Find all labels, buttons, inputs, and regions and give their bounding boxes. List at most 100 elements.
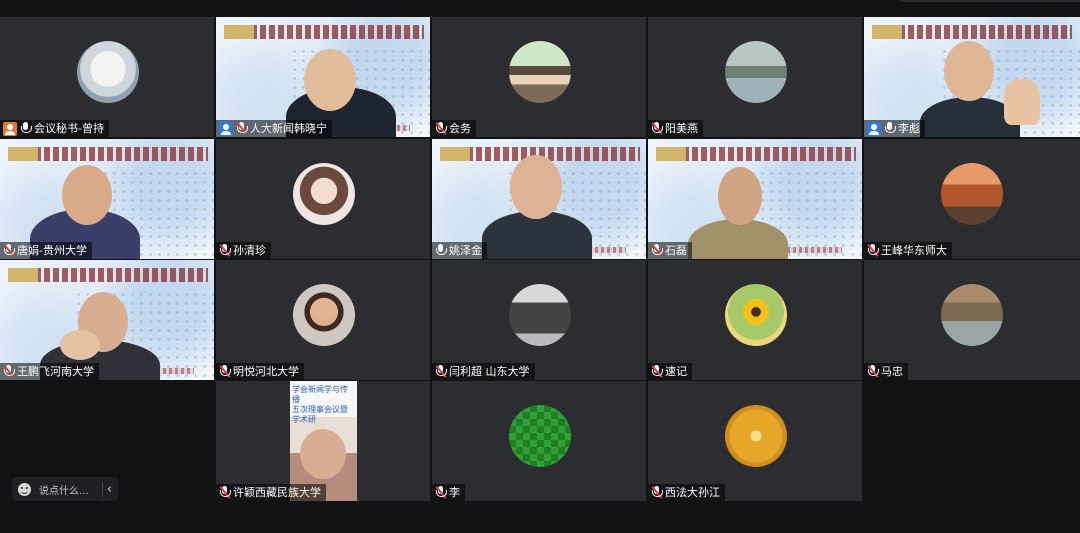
mic-speaking-icon — [884, 122, 896, 135]
name-tag: 唐娟-贵州大学 — [0, 242, 92, 259]
chat-placeholder: 说点什么... — [39, 485, 89, 497]
participant-tile[interactable]: 石磊 — [648, 139, 862, 259]
participant-name: 孙清珍 — [233, 244, 266, 257]
participant-name: 西法大孙江 — [665, 486, 720, 499]
mic-muted-icon — [651, 486, 663, 499]
name-tag: 许颖西藏民族大学 — [216, 484, 326, 501]
name-tag: 王鹏飞河南大学 — [0, 363, 99, 380]
participant-tile[interactable]: 王鹏飞河南大学 — [0, 260, 214, 380]
participant-tile[interactable]: 速记 — [648, 260, 862, 380]
participant-tile[interactable]: 闫利超 山东大学 — [432, 260, 646, 380]
participant-tile[interactable]: 马忠 — [864, 260, 1080, 380]
park-avatar — [941, 284, 1003, 346]
host-icon — [3, 121, 17, 136]
suit-man-avatar — [509, 284, 571, 346]
participant-tile[interactable]: 唐娟-贵州大学 — [0, 139, 214, 259]
participant-name: 唐娟-贵州大学 — [17, 244, 87, 257]
name-tag: 速记 — [648, 363, 692, 380]
name-tag: 明悦河北大学 — [216, 363, 304, 380]
girl-portrait-avatar — [293, 163, 355, 225]
name-tag: 马忠 — [864, 363, 908, 380]
participant-name: 王鹏飞河南大学 — [17, 365, 94, 378]
polar-bear-avatar — [77, 41, 139, 103]
chat-input[interactable]: 说点什么... ‹ — [12, 477, 118, 501]
name-tag: 阳美燕 — [648, 120, 703, 137]
participant-name: 姚泽金 — [449, 244, 482, 257]
name-tag: 会议秘书-曾持 — [0, 120, 109, 137]
participant-name: 速记 — [665, 365, 687, 378]
top-bar — [0, 0, 1080, 14]
name-tag: 王峰华东师大 — [864, 242, 952, 259]
mic-muted-icon — [651, 244, 663, 257]
sunflower-avatar — [725, 284, 787, 346]
participant-name: 李 — [449, 486, 460, 499]
name-tag: 李彪 — [864, 120, 925, 137]
face — [510, 155, 562, 219]
anime-avatar — [509, 41, 571, 103]
name-tag: 闫利超 山东大学 — [432, 363, 535, 380]
name-tag: 会务 — [432, 120, 476, 137]
mic-muted-icon — [651, 365, 663, 378]
name-tag: 李 — [432, 484, 465, 501]
mic-muted-icon — [435, 122, 447, 135]
face — [300, 429, 346, 479]
participant-name: 人大新闻韩晓宁 — [250, 122, 327, 135]
waving-hand — [1004, 79, 1040, 125]
mic-muted-icon — [236, 122, 248, 135]
smiling-man-avatar — [293, 284, 355, 346]
participant-tile[interactable]: 李 — [432, 381, 646, 501]
participant-name: 会务 — [449, 122, 471, 135]
portrait-video: 学会新闻学与传播 五次理事会议暨学术研 — [290, 381, 357, 501]
participant-tile[interactable]: 会务 — [432, 17, 646, 137]
face — [62, 165, 112, 225]
participant-tile[interactable]: 孙清珍 — [216, 139, 430, 259]
participant-tile[interactable]: 明悦河北大学 — [216, 260, 430, 380]
mic-muted-icon — [435, 365, 447, 378]
participant-name: 马忠 — [881, 365, 903, 378]
participant-name: 阳美燕 — [665, 122, 698, 135]
lake-painting-avatar — [725, 41, 787, 103]
participant-tile[interactable]: 姚泽金 — [432, 139, 646, 259]
face — [944, 41, 994, 101]
green-diamond-avatar — [509, 405, 571, 467]
gold-medallion-avatar — [725, 405, 787, 467]
participant-tile[interactable]: 人大新闻韩晓宁 — [216, 17, 430, 137]
participant-name: 王峰华东师大 — [881, 244, 947, 257]
participant-tile[interactable]: 阳美燕 — [648, 17, 862, 137]
name-tag: 西法大孙江 — [648, 484, 725, 501]
building-avatar — [941, 163, 1003, 225]
name-tag: 人大新闻韩晓宁 — [216, 120, 332, 137]
participant-tile[interactable]: 王峰华东师大 — [864, 139, 1080, 259]
mic-muted-icon — [3, 365, 15, 378]
hand — [60, 330, 100, 360]
name-tag: 孙清珍 — [216, 242, 271, 259]
mic-muted-icon — [435, 486, 447, 499]
mic-on-icon — [435, 244, 447, 257]
participant-tile[interactable]: 西法大孙江 — [648, 381, 862, 501]
face — [718, 167, 762, 225]
cohost-icon — [219, 121, 233, 136]
top-divider — [900, 0, 1080, 2]
name-tag: 石磊 — [648, 242, 692, 259]
face — [304, 49, 356, 111]
participant-name: 明悦河北大学 — [233, 365, 299, 378]
mic-muted-icon — [219, 244, 231, 257]
emoji-icon[interactable] — [18, 482, 31, 496]
participant-name: 许颖西藏民族大学 — [233, 486, 321, 499]
chevron-left-icon[interactable]: ‹ — [101, 481, 112, 497]
participant-name: 会议秘书-曾持 — [34, 122, 104, 135]
participant-tile-active-speaker[interactable]: 李彪 — [864, 17, 1080, 137]
participant-tile[interactable]: 学会新闻学与传播 五次理事会议暨学术研 许颖西藏民族大学 — [216, 381, 430, 501]
participant-name: 闫利超 山东大学 — [449, 365, 530, 378]
participant-name: 石磊 — [665, 244, 687, 257]
participant-tile[interactable]: 会议秘书-曾持 — [0, 17, 214, 137]
mic-muted-icon — [651, 122, 663, 135]
mic-muted-icon — [219, 365, 231, 378]
mic-on-icon — [20, 122, 32, 135]
mic-muted-icon — [867, 365, 879, 378]
mic-muted-icon — [219, 486, 231, 499]
cohost-icon — [867, 121, 881, 136]
participant-name: 李彪 — [898, 122, 920, 135]
name-tag: 姚泽金 — [432, 242, 487, 259]
mic-muted-icon — [3, 244, 15, 257]
